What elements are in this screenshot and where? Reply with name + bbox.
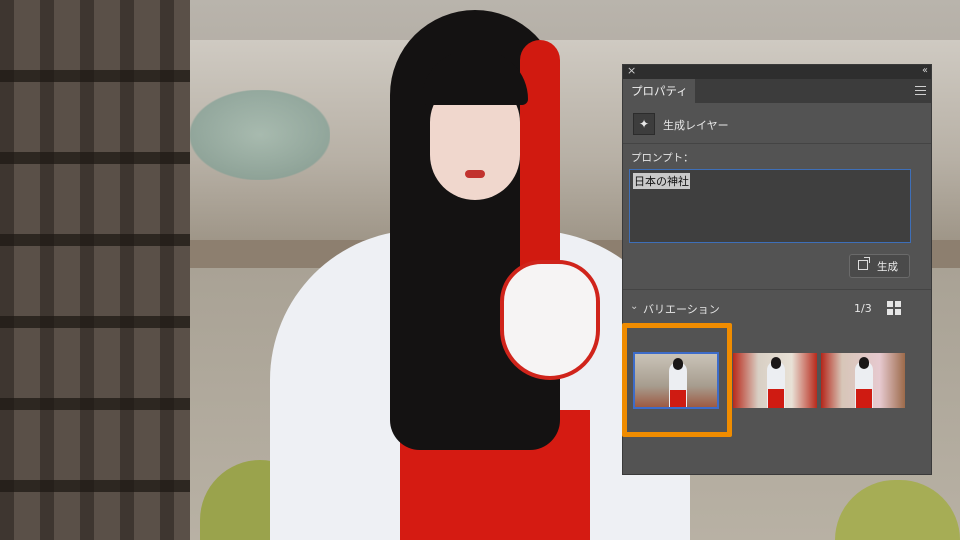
- panel-menu-icon[interactable]: [915, 86, 926, 95]
- thumbnail-head: [859, 357, 869, 369]
- generate-button[interactable]: 生成: [849, 254, 910, 278]
- layer-type-label: 生成レイヤー: [663, 119, 729, 132]
- variation-thumbnail-2[interactable]: [733, 353, 817, 408]
- layer-type-row: ✦ 生成レイヤー: [623, 111, 931, 139]
- variation-thumbnail-3[interactable]: [821, 353, 905, 408]
- thumbnail-head: [673, 358, 683, 370]
- generate-button-label: 生成: [877, 261, 898, 273]
- panel-tab-row: プロパティ: [623, 79, 931, 103]
- lattice-door: [0, 0, 190, 540]
- panel-title-bar: × ‹‹: [623, 64, 931, 79]
- chevron-down-icon[interactable]: ⌄: [630, 301, 638, 312]
- properties-panel: × ‹‹ プロパティ ✦ 生成レイヤー プロンプト： 日本の神社 生成 ⌄ バリ…: [622, 64, 932, 475]
- variation-thumbnail-1[interactable]: [633, 352, 719, 409]
- thumbnail-head: [771, 357, 781, 369]
- generate-icon: [858, 257, 870, 270]
- fox-mask: [500, 260, 600, 380]
- thumbnail-hakama: [768, 389, 784, 408]
- prompt-label: プロンプト：: [631, 152, 694, 164]
- prompt-input[interactable]: 日本の神社: [629, 169, 911, 243]
- thumbnail-hakama: [670, 390, 686, 407]
- divider: [623, 143, 931, 144]
- close-icon[interactable]: ×: [627, 64, 636, 78]
- lips: [465, 170, 485, 178]
- collapse-panel-icon[interactable]: ‹‹: [922, 64, 928, 78]
- variation-counter: 1/3: [854, 302, 872, 315]
- divider: [623, 289, 931, 290]
- grid-view-icon[interactable]: [887, 301, 901, 315]
- sparkle-icon: ✦: [633, 113, 655, 135]
- prompt-text: 日本の神社: [633, 173, 690, 189]
- thumbnail-hakama: [856, 389, 872, 408]
- variations-label: バリエーション: [643, 303, 720, 316]
- tab-properties[interactable]: プロパティ: [623, 79, 695, 103]
